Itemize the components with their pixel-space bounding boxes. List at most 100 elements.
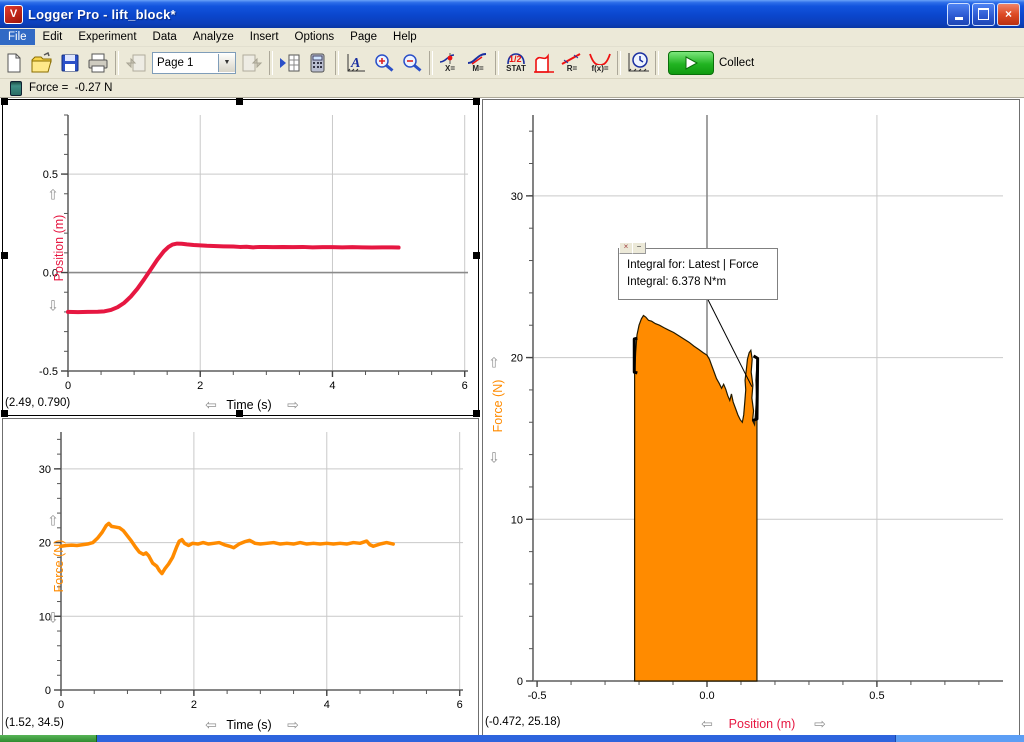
printer-icon <box>86 52 110 74</box>
y-axis-increase-arrow-icon[interactable]: ⇧ <box>488 355 500 372</box>
svg-text:30: 30 <box>511 191 523 203</box>
force-position-plot[interactable]: -0.50.00.53020100 <box>533 115 1003 681</box>
menu-edit[interactable]: Edit <box>35 29 71 45</box>
toolbar-separator <box>335 51 339 75</box>
statistics-button[interactable]: 1/2 STAT <box>503 50 529 76</box>
windows-taskbar <box>0 735 1024 742</box>
autoscale-button[interactable]: A <box>343 50 369 76</box>
new-file-icon <box>3 52 25 74</box>
selection-handle[interactable] <box>1 98 8 105</box>
force-time-plot[interactable]: 02463020100 <box>61 432 463 690</box>
data-table-button[interactable] <box>277 50 303 76</box>
selection-handle[interactable] <box>236 98 243 105</box>
y-axis-increase-arrow-icon[interactable]: ⇧ <box>47 513 59 530</box>
selection-handle[interactable] <box>473 410 480 417</box>
x-axis-right-arrow-icon[interactable]: ⇨ <box>287 397 299 414</box>
x-axis-title[interactable]: Time (s) <box>226 398 271 412</box>
sensor-status-bar: Force = -0.27 N <box>0 79 1024 98</box>
y-axis-title[interactable]: Force (N) <box>491 380 505 433</box>
integral-icon <box>532 52 556 74</box>
new-file-button[interactable] <box>1 50 27 76</box>
position-time-graph-panel[interactable]: 02460.50.0-0.5 ⇧ Position (m) ⇩ (2.49, 0… <box>2 99 479 416</box>
integral-annotation-line2: Integral: 6.378 N*m <box>627 274 777 291</box>
collect-button[interactable] <box>668 51 714 75</box>
combo-dropdown-icon[interactable]: ▼ <box>218 54 235 72</box>
logger-pro-app-icon: V <box>4 5 23 24</box>
previous-page-button[interactable] <box>123 50 149 76</box>
page-selector[interactable]: Page 1 ▼ <box>152 52 236 74</box>
menu-insert[interactable]: Insert <box>242 29 287 45</box>
svg-text:-0.5: -0.5 <box>528 690 547 702</box>
data-collection-button[interactable] <box>625 50 651 76</box>
print-button[interactable] <box>85 50 111 76</box>
force-position-graph-panel[interactable]: -0.50.00.53020100 ⇧ Force (N) ⇩ × − Inte… <box>482 99 1020 736</box>
y-axis-title[interactable]: Force (N) <box>52 540 66 593</box>
y-axis-increase-arrow-icon[interactable]: ⇧ <box>47 187 59 204</box>
cursor-readout: (2.49, 0.790) <box>5 397 70 409</box>
x-axis-title[interactable]: Time (s) <box>226 718 271 732</box>
y-axis-decrease-arrow-icon[interactable]: ⇩ <box>47 610 59 627</box>
menu-help[interactable]: Help <box>385 29 425 45</box>
integral-annotation-box[interactable]: Integral for: Latest | Force Integral: 6… <box>618 248 778 300</box>
toolbar-separator <box>495 51 499 75</box>
y-axis-decrease-arrow-icon[interactable]: ⇩ <box>47 298 59 315</box>
cursor-readout: (1.52, 34.5) <box>5 717 64 729</box>
save-button[interactable] <box>57 50 83 76</box>
force-sensor-icon <box>10 81 22 96</box>
open-file-button[interactable] <box>29 50 55 76</box>
menu-file[interactable]: File <box>0 29 35 45</box>
next-page-button[interactable] <box>239 50 265 76</box>
close-button[interactable]: × <box>997 3 1020 26</box>
minimize-button[interactable] <box>947 3 970 26</box>
zoom-out-button[interactable] <box>399 50 425 76</box>
y-axis-decrease-arrow-icon[interactable]: ⇩ <box>488 450 500 467</box>
svg-text:1/2: 1/2 <box>509 54 522 64</box>
integral-button[interactable] <box>531 50 557 76</box>
annotation-close-button[interactable]: × <box>619 242 633 254</box>
x-axis-right-arrow-icon[interactable]: ⇨ <box>814 716 826 733</box>
selection-handle[interactable] <box>236 410 243 417</box>
statistics-label: STAT <box>506 65 526 73</box>
svg-text:20: 20 <box>511 353 523 365</box>
x-axis-title[interactable]: Position (m) <box>729 717 796 731</box>
menu-data[interactable]: Data <box>145 29 185 45</box>
x-axis-left-arrow-icon[interactable]: ⇦ <box>701 716 713 733</box>
position-time-plot[interactable]: 02460.50.0-0.5 <box>68 115 468 371</box>
zoom-in-button[interactable] <box>371 50 397 76</box>
taskbar-tray-segment <box>895 735 1024 742</box>
svg-text:20: 20 <box>39 538 51 550</box>
toolbar-separator <box>269 51 273 75</box>
examine-button[interactable]: X= <box>437 50 463 76</box>
x-axis-right-arrow-icon[interactable]: ⇨ <box>287 717 299 734</box>
menu-bar: File Edit Experiment Data Analyze Insert… <box>0 28 1024 47</box>
menu-options[interactable]: Options <box>287 29 343 45</box>
selection-handle[interactable] <box>473 98 480 105</box>
linear-fit-label: R= <box>567 65 577 73</box>
restore-button[interactable] <box>972 3 995 26</box>
svg-text:2: 2 <box>191 699 197 711</box>
svg-text:6: 6 <box>462 380 468 392</box>
page-area: 02460.50.0-0.5 ⇧ Position (m) ⇩ (2.49, 0… <box>0 98 1024 735</box>
force-time-graph-panel[interactable]: 02463020100 ⇧ Force (N) ⇩ (1.52, 34.5) ⇦… <box>2 418 479 736</box>
curve-fit-button[interactable]: f(x)= <box>587 50 613 76</box>
start-button-edge[interactable] <box>0 735 97 742</box>
x-axis-left-arrow-icon[interactable]: ⇦ <box>205 717 217 734</box>
linear-fit-button[interactable]: R= <box>559 50 585 76</box>
y-axis-title[interactable]: Position (m) <box>52 215 66 282</box>
x-axis-left-arrow-icon[interactable]: ⇦ <box>205 397 217 414</box>
menu-analyze[interactable]: Analyze <box>185 29 242 45</box>
calculator-button[interactable] <box>305 50 331 76</box>
menu-page[interactable]: Page <box>342 29 385 45</box>
autoscale-icon: A <box>344 52 368 74</box>
calculator-icon <box>308 52 328 74</box>
annotation-collapse-button[interactable]: − <box>632 242 646 254</box>
menu-experiment[interactable]: Experiment <box>70 29 144 45</box>
svg-text:0: 0 <box>517 676 523 688</box>
tangent-button[interactable]: M= <box>465 50 491 76</box>
restore-icon <box>978 8 989 20</box>
selection-handle[interactable] <box>1 252 8 259</box>
selection-handle[interactable] <box>473 252 480 259</box>
collect-button-label: Collect <box>719 57 754 69</box>
selection-handle[interactable] <box>1 410 8 417</box>
svg-text:0.5: 0.5 <box>43 169 58 181</box>
